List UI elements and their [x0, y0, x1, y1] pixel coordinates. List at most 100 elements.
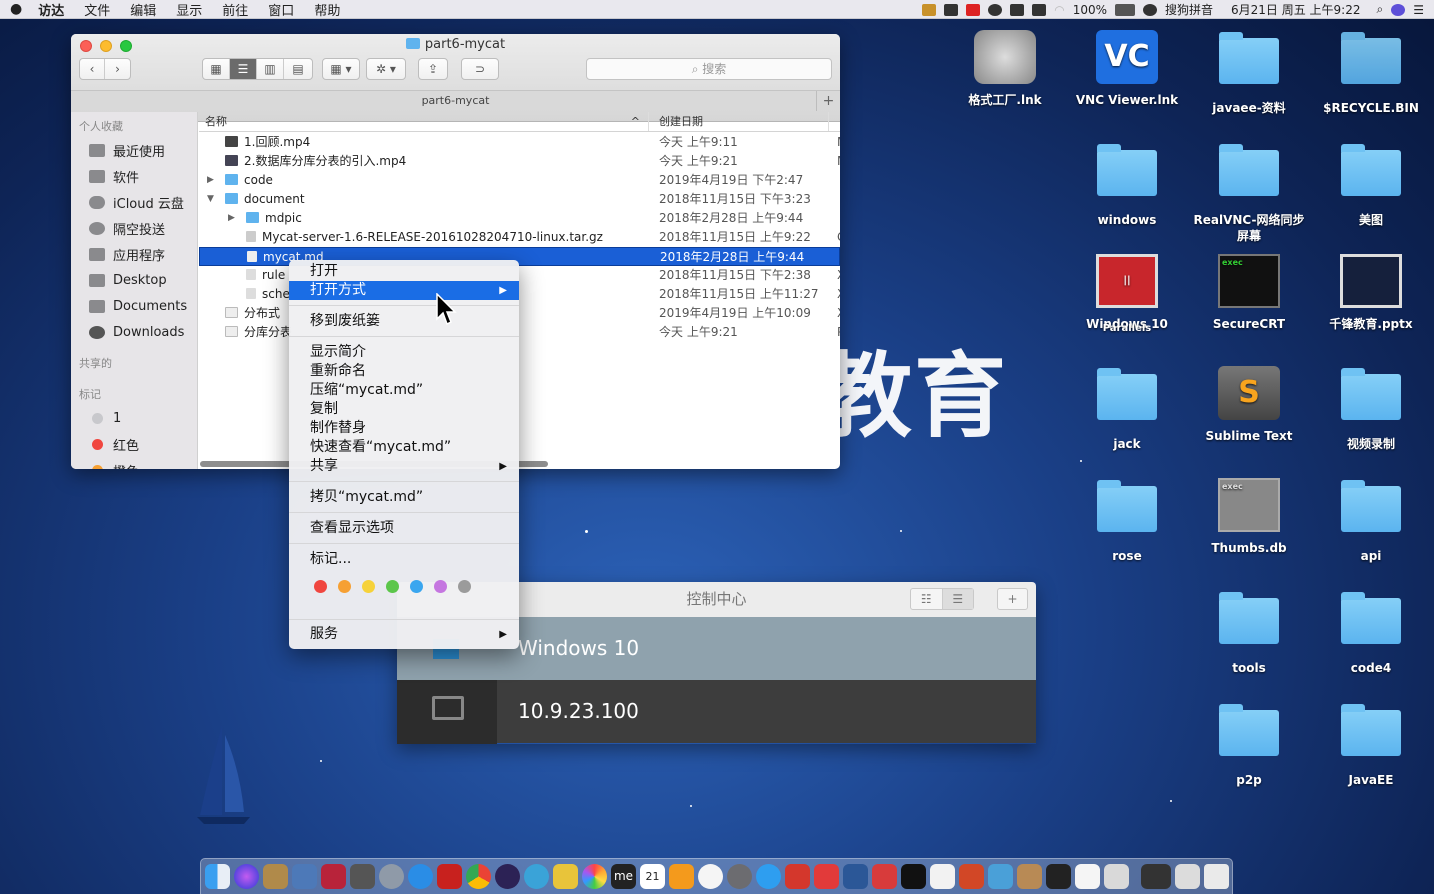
parallels-dock-icon[interactable]: [872, 864, 897, 889]
status-grid-icon[interactable]: [1010, 3, 1025, 16]
chrome-dock-icon[interactable]: [466, 864, 491, 889]
sogou-icon[interactable]: [1143, 3, 1157, 16]
back-button[interactable]: ‹: [80, 59, 106, 79]
menu-edit[interactable]: 编辑: [120, 0, 166, 19]
menu-item-open-with[interactable]: 打开方式 ▶: [289, 281, 519, 300]
tab-current[interactable]: part6-mycat: [422, 94, 490, 107]
desktop-icon-windows10[interactable]: || ParallelsWindows 10: [1067, 254, 1187, 334]
status-circle-icon[interactable]: [988, 3, 1003, 16]
me-dock-icon[interactable]: me: [611, 864, 636, 889]
status-app-icon[interactable]: [922, 3, 937, 16]
desktop-icon-recycle-bin[interactable]: $RECYCLE.BIN: [1311, 30, 1431, 116]
system-preferences-dock-icon[interactable]: [727, 864, 752, 889]
menu-item-compress[interactable]: 压缩“mycat.md”: [289, 381, 519, 400]
battery-percent[interactable]: 100%: [1073, 3, 1107, 17]
menu-file[interactable]: 文件: [74, 0, 120, 19]
intellij-dock-icon[interactable]: [901, 864, 926, 889]
desktop-icon-vnc-viewer[interactable]: VC VNC Viewer.lnk: [1067, 30, 1187, 108]
messages-dock-icon[interactable]: [756, 864, 781, 889]
desktop-icon-p2p[interactable]: p2p: [1189, 702, 1309, 788]
desktop-icon-qianfeng-pptx[interactable]: 千锋教育.pptx: [1311, 254, 1431, 332]
menu-window[interactable]: 窗口: [258, 0, 304, 19]
list-view-button[interactable]: ☰: [230, 59, 257, 79]
safari-dock-icon[interactable]: [408, 864, 433, 889]
desktop-icon-api[interactable]: api: [1311, 478, 1431, 564]
desktop-icon-javaee[interactable]: JavaEE: [1311, 702, 1431, 788]
apple-menu-icon[interactable]: ●: [0, 1, 32, 17]
textedit-dock-icon[interactable]: [930, 864, 955, 889]
photos-dock-icon[interactable]: [582, 864, 607, 889]
terminal-dock-icon[interactable]: [1046, 864, 1071, 889]
sidebar-item-icloud[interactable]: iCloud 云盘: [71, 189, 197, 215]
desktop-icon-rose[interactable]: rose: [1067, 478, 1187, 564]
preview-dock-icon[interactable]: [292, 864, 317, 889]
menu-item-view-options[interactable]: 查看显示选项: [289, 519, 519, 538]
desktop-icon-meitu[interactable]: 美图: [1311, 142, 1431, 228]
sublime-dock-icon[interactable]: [350, 864, 375, 889]
tag-gray[interactable]: [458, 580, 471, 593]
column-name[interactable]: 名称 ^: [199, 112, 649, 131]
menu-item-make-alias[interactable]: 制作替身: [289, 419, 519, 438]
siri-icon[interactable]: [1391, 3, 1406, 16]
table-row[interactable]: ▼ document 2018年11月15日 下午3:23: [199, 190, 840, 209]
star-app-dock-icon[interactable]: [553, 864, 578, 889]
sidebar-item-downloads[interactable]: Downloads: [71, 319, 197, 345]
tag-yellow[interactable]: [362, 580, 375, 593]
group-button[interactable]: ▦ ▾: [322, 58, 360, 80]
desktop-icon-video-recording[interactable]: 视频录制: [1311, 366, 1431, 452]
desktop-icon-format-factory[interactable]: 格式工厂.lnk: [945, 30, 1065, 108]
add-connection-button[interactable]: +: [997, 588, 1028, 610]
notification-center-icon[interactable]: ☰: [1413, 3, 1424, 17]
menu-item-rename[interactable]: 重新命名: [289, 362, 519, 381]
desktop-icon-sublime-text[interactable]: S Sublime Text: [1189, 366, 1309, 444]
menu-item-share[interactable]: 共享 ▶: [289, 457, 519, 476]
tag-orange[interactable]: [338, 580, 351, 593]
search-field[interactable]: ⌕ 搜索: [586, 58, 832, 80]
tag-red[interactable]: [314, 580, 327, 593]
menu-view[interactable]: 显示: [166, 0, 212, 19]
menu-item-get-info[interactable]: 显示简介: [289, 343, 519, 362]
menu-go[interactable]: 前往: [212, 0, 258, 19]
menu-item-tags[interactable]: 标记...: [289, 550, 519, 569]
sidebar-item-software[interactable]: 软件: [71, 163, 197, 189]
tag-green[interactable]: [386, 580, 399, 593]
ime-label[interactable]: 搜狗拼音: [1165, 1, 1213, 18]
xmind-dock-icon[interactable]: [814, 864, 839, 889]
disclosure-triangle-icon[interactable]: ▼: [207, 190, 214, 209]
connection-row[interactable]: 10.9.23.100: [397, 680, 1036, 744]
finder-dock-icon[interactable]: [205, 864, 230, 889]
desktop-icon-code4[interactable]: code4: [1311, 590, 1431, 676]
winrar-dock-icon[interactable]: [321, 864, 346, 889]
desktop-icon-javaee-resources[interactable]: javaee-资料: [1189, 30, 1309, 116]
maven-dock-icon[interactable]: [524, 864, 549, 889]
share-button[interactable]: ⇪: [418, 58, 448, 80]
powerpoint-dock-icon[interactable]: [959, 864, 984, 889]
music-dock-icon[interactable]: [698, 864, 723, 889]
eclipse-dock-icon[interactable]: [495, 864, 520, 889]
table-row[interactable]: 2.数据库分库分表的引入.mp4 今天 上午9:21 M: [199, 152, 840, 171]
menu-app-name[interactable]: 访达: [32, 0, 74, 19]
action-gear-button[interactable]: ✲ ▾: [366, 58, 406, 80]
menu-item-open[interactable]: 打开: [289, 262, 519, 281]
disclosure-triangle-icon[interactable]: ▶: [228, 209, 235, 228]
window-dock-icon[interactable]: [1141, 864, 1171, 889]
launchpad-dock-icon[interactable]: [379, 864, 404, 889]
sidebar-item-recents[interactable]: 最近使用: [71, 137, 197, 163]
menu-item-services[interactable]: 服务 ▶: [289, 625, 519, 644]
desktop-icon-securecrt[interactable]: exec SecureCRT: [1189, 254, 1309, 332]
sidebar-tag-red[interactable]: 红色: [71, 431, 197, 457]
list-view-icon[interactable]: ☰: [942, 589, 973, 609]
wifi-icon[interactable]: ◠: [1054, 3, 1064, 17]
desktop-icon-windows[interactable]: windows: [1067, 142, 1187, 228]
word-dock-icon[interactable]: [843, 864, 868, 889]
downloads-stack-dock-icon[interactable]: [1175, 864, 1200, 889]
desktop-icon-jack[interactable]: jack: [1067, 366, 1187, 452]
calendar-dock-icon[interactable]: 21: [640, 864, 665, 889]
disclosure-triangle-icon[interactable]: ▶: [207, 171, 214, 190]
sidebar-item-airdrop[interactable]: 隔空投送: [71, 215, 197, 241]
trash-dock-icon[interactable]: [1204, 864, 1229, 889]
desktop-icon-realvnc-sync[interactable]: RealVNC-网络同步屏幕: [1189, 142, 1309, 244]
menu-item-move-to-trash[interactable]: 移到废纸篓: [289, 312, 519, 331]
table-row[interactable]: ▶ mdpic 2018年2月28日 上午9:44: [199, 209, 840, 228]
tag-purple[interactable]: [434, 580, 447, 593]
